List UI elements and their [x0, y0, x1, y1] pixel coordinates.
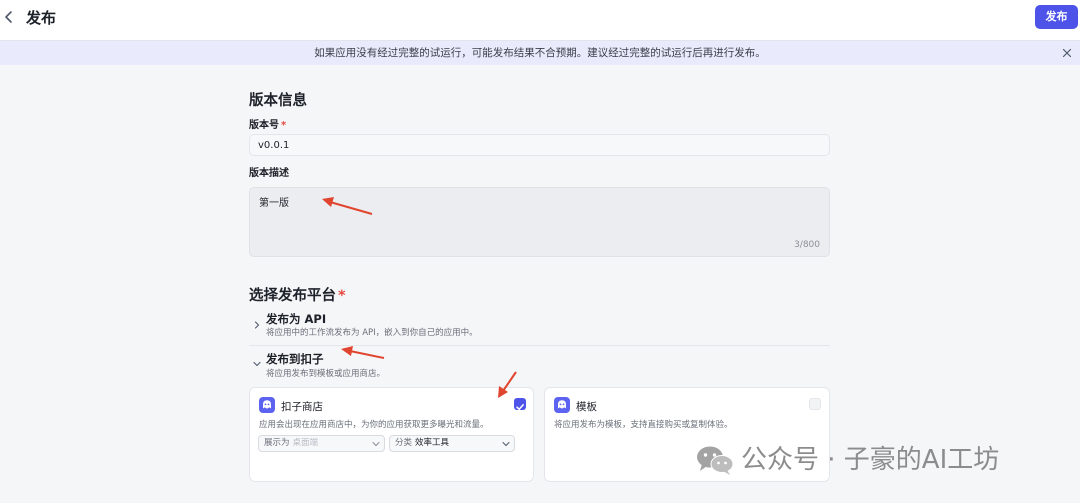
option-api-title[interactable]: 发布为 API — [266, 311, 326, 327]
display-select[interactable]: 展示为 桌面端 — [258, 435, 385, 452]
category-select-value: 效率工具 — [415, 438, 450, 448]
platform-heading-text: 选择发布平台 — [249, 288, 336, 304]
wechat-logo-icon — [697, 446, 734, 475]
store-card-description: 应用会出现在应用商店中，为你的应用获取更多曝光和流量。 — [259, 420, 489, 430]
version-number-input[interactable]: v0.0.1 — [249, 134, 830, 156]
store-checkbox[interactable] — [514, 398, 526, 411]
close-icon[interactable] — [1062, 48, 1072, 58]
version-description-label: 版本描述 — [249, 168, 289, 179]
publish-button[interactable]: 发布 — [1035, 5, 1078, 29]
chevron-right-icon[interactable] — [253, 321, 261, 329]
chevron-down-icon — [372, 442, 380, 447]
version-description-text: 第一版 — [259, 198, 289, 209]
chevron-down-icon — [502, 442, 510, 447]
category-select-key: 分类 — [395, 438, 413, 448]
top-bar: 发布 发布 — [0, 0, 1080, 40]
version-number-label-text: 版本号 — [249, 120, 279, 131]
version-description-textarea[interactable]: 第一版 3/800 — [249, 187, 830, 257]
chevron-down-icon[interactable] — [253, 360, 261, 368]
notice-text: 如果应用没有经过完整的试运行，可能发布结果不合预期。建议经过完整的试运行后再进行… — [314, 47, 766, 59]
display-select-value: 桌面端 — [292, 438, 319, 448]
required-mark: * — [338, 288, 346, 304]
version-info-heading: 版本信息 — [249, 93, 307, 109]
bot-app-icon — [554, 397, 570, 413]
annotation-arrow — [341, 346, 385, 359]
char-count: 3/800 — [794, 240, 820, 250]
watermark-text: 公众号 · 子豪的AI工坊 — [741, 445, 1000, 475]
platform-heading: 选择发布平台 * — [249, 284, 346, 305]
template-card-description: 将应用发布为模板，支持直接购买或复制体验。 — [554, 420, 733, 430]
category-select[interactable]: 分类 效率工具 — [389, 435, 515, 452]
back-icon[interactable] — [2, 8, 16, 26]
option-coze-subtitle: 将应用发布到模板或应用商店。 — [266, 369, 386, 379]
version-number-label: 版本号 * — [249, 116, 286, 131]
page-title: 发布 — [26, 9, 57, 27]
check-icon — [516, 404, 524, 411]
option-api-subtitle: 将应用中的工作流发布为 API，嵌入到你自己的应用中。 — [266, 328, 478, 338]
template-card-title: 模板 — [576, 401, 597, 413]
notice-banner: 如果应用没有经过完整的试运行，可能发布结果不合预期。建议经过完整的试运行后再进行… — [0, 40, 1080, 65]
template-checkbox[interactable] — [809, 398, 821, 410]
bot-app-icon — [259, 397, 275, 413]
required-mark: * — [281, 120, 287, 131]
display-select-key: 展示为 — [264, 438, 290, 448]
option-coze-title[interactable]: 发布到扣子 — [266, 351, 324, 367]
divider — [249, 345, 830, 346]
store-card-title: 扣子商店 — [281, 401, 323, 413]
store-card[interactable]: 扣子商店 应用会出现在应用商店中，为你的应用获取更多曝光和流量。 展示为 桌面端 … — [249, 387, 534, 482]
